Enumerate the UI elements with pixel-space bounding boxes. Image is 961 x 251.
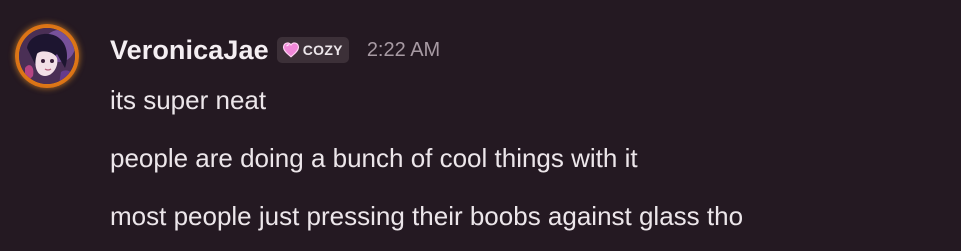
username[interactable]: VeronicaJae [110, 35, 269, 66]
server-tag-label: COZY [302, 42, 343, 58]
chat-message: VeronicaJae COZY 2:22 AM its super neat … [0, 0, 961, 251]
avatar[interactable] [15, 24, 79, 88]
message-line: most people just pressing their boobs ag… [110, 201, 744, 231]
message-line: people are doing a bunch of cool things … [110, 143, 638, 173]
timestamp[interactable]: 2:22 AM [367, 39, 440, 62]
avatar-image [19, 28, 75, 84]
message-body: its super neat people are doing a bunch … [110, 80, 743, 236]
heart-icon [282, 42, 299, 58]
message-line: its super neat [110, 85, 267, 115]
server-tag[interactable]: COZY [276, 37, 349, 63]
message-header: VeronicaJae COZY 2:22 AM [110, 30, 440, 70]
